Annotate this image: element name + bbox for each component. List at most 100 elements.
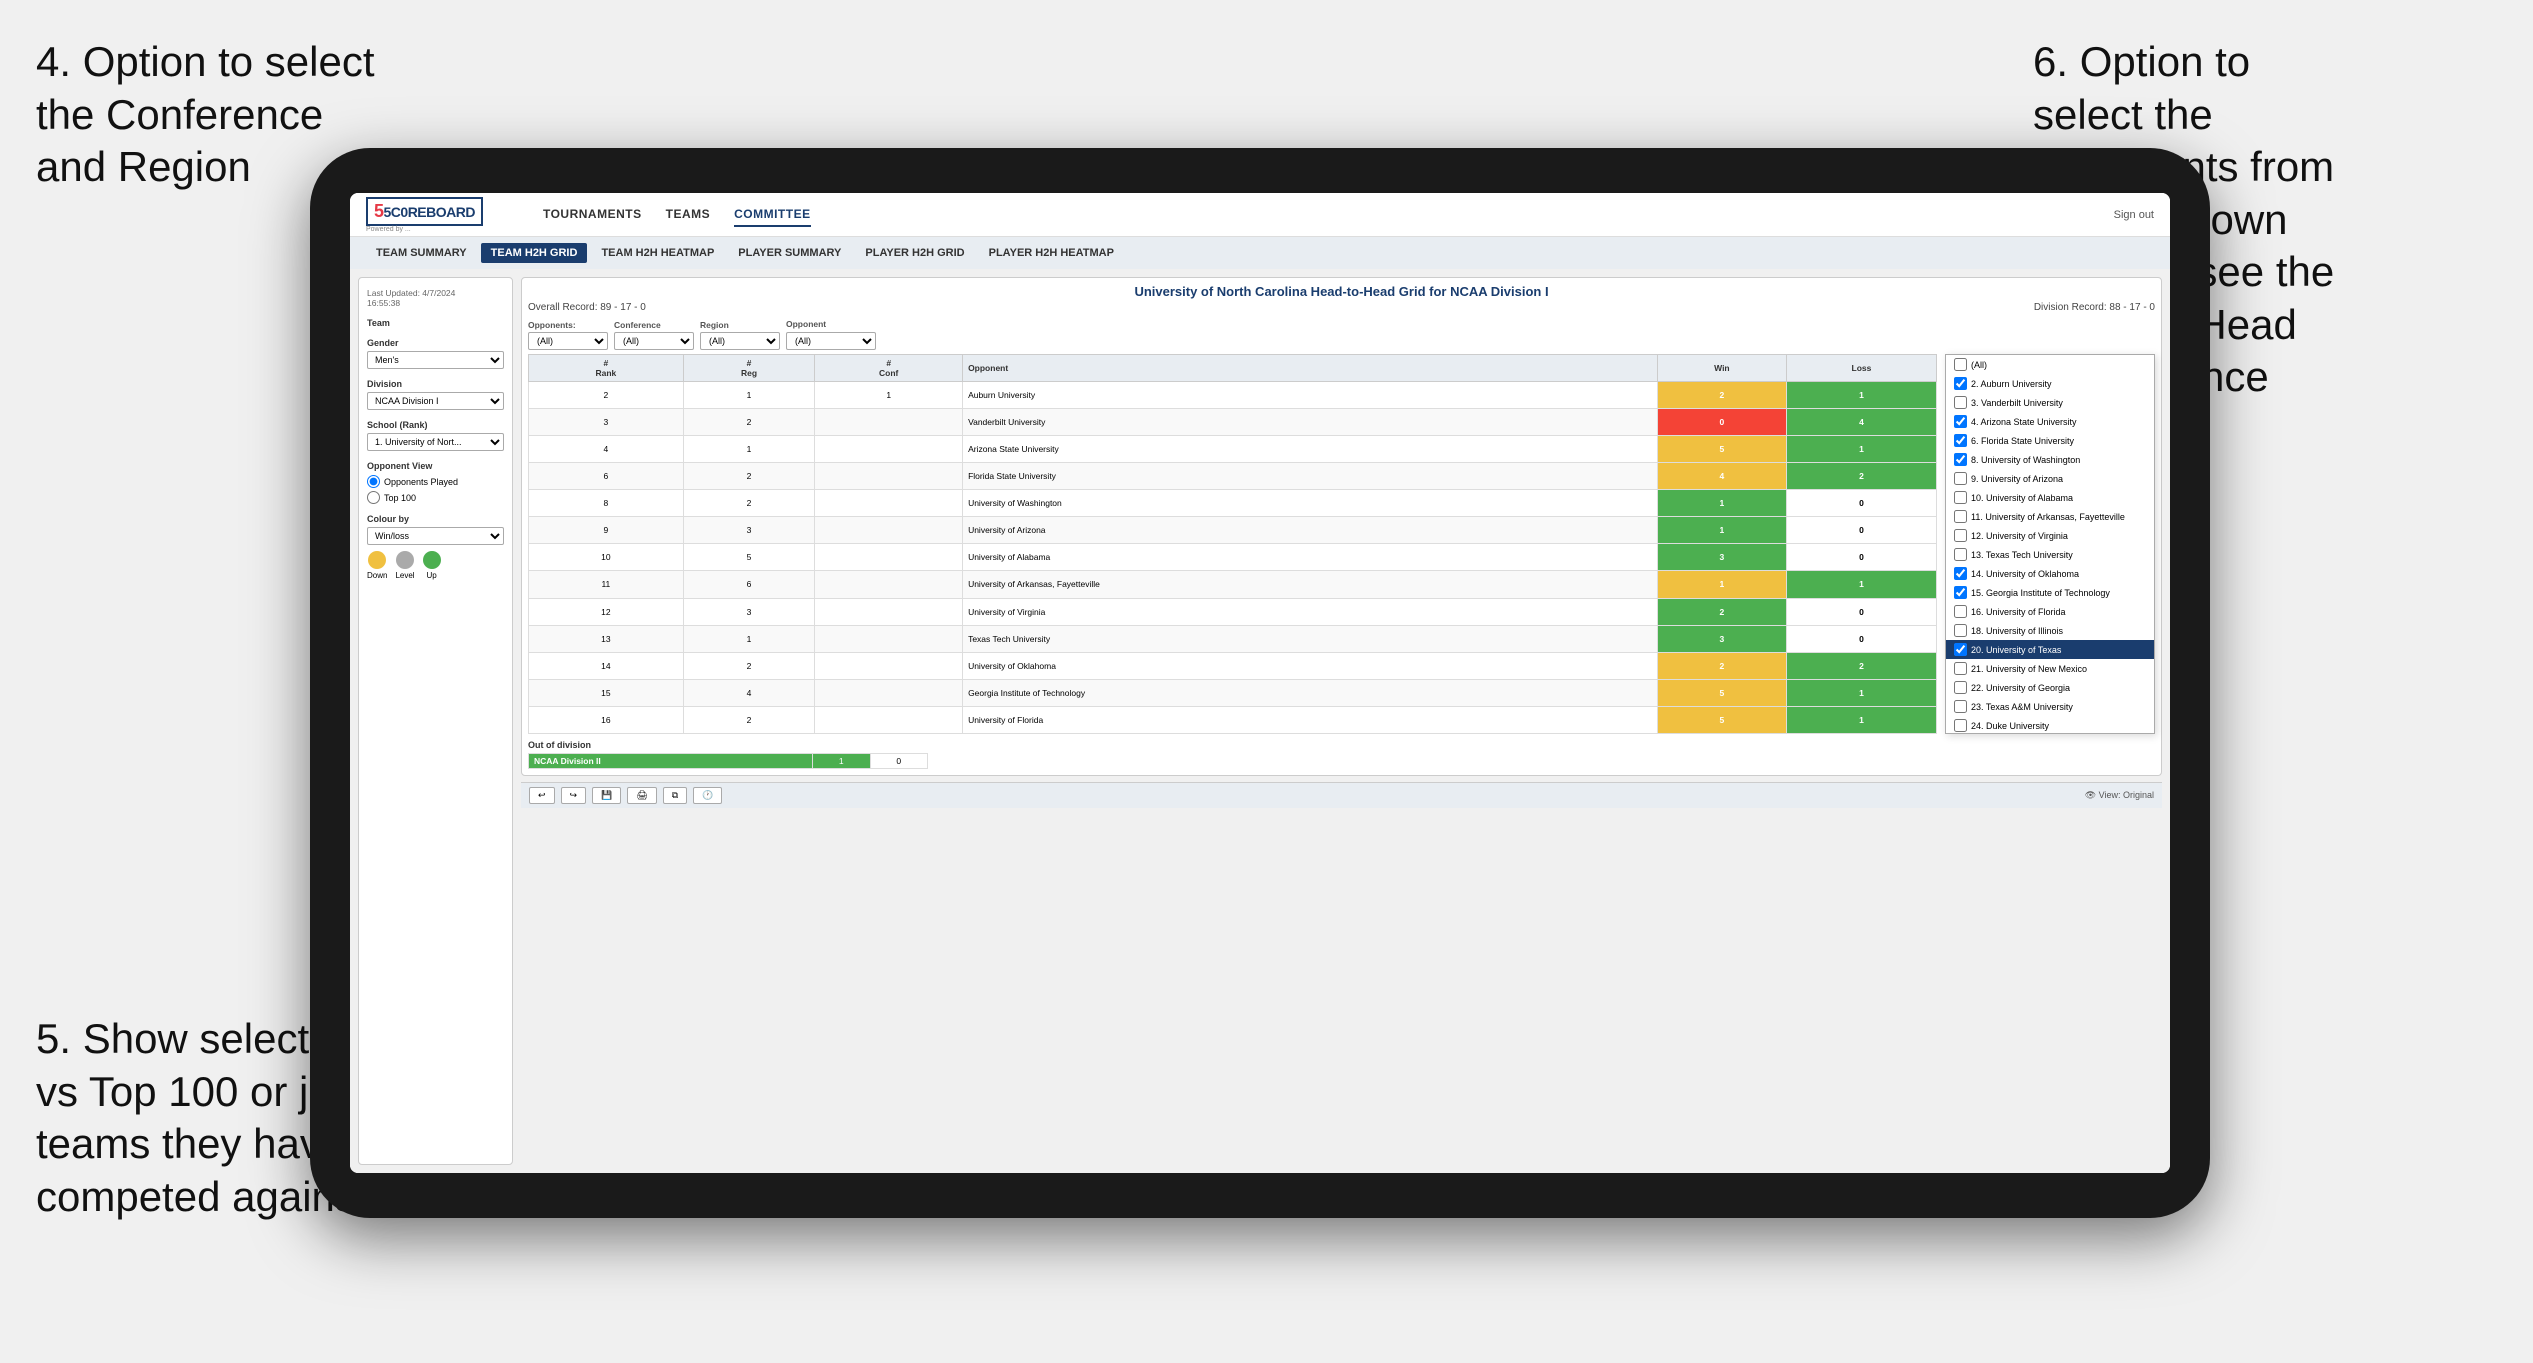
dropdown-item[interactable]: 4. Arizona State University xyxy=(1946,412,2154,431)
dropdown-item[interactable]: 22. University of Georgia xyxy=(1946,678,2154,697)
opponent-view-section: Opponent View Opponents Played Top 100 xyxy=(367,461,504,504)
division-section: Division NCAA Division I xyxy=(367,379,504,410)
toolbar-save[interactable]: 💾 xyxy=(592,787,621,804)
opponent-select[interactable]: (All) xyxy=(786,332,876,350)
dropdown-item[interactable]: 8. University of Washington xyxy=(1946,450,2154,469)
dropdown-item[interactable]: 11. University of Arkansas, Fayetteville xyxy=(1946,507,2154,526)
gender-section: Gender Men's xyxy=(367,338,504,369)
right-content: University of North Carolina Head-to-Hea… xyxy=(521,277,2162,1165)
col-loss: Loss xyxy=(1786,355,1936,382)
opponent-dropdown[interactable]: (All)2. Auburn University3. Vanderbilt U… xyxy=(1945,354,2155,734)
legend-down: Down xyxy=(367,551,387,580)
dropdown-item[interactable]: 9. University of Arizona xyxy=(1946,469,2154,488)
conference-select[interactable]: (All) xyxy=(614,332,694,350)
colour-select[interactable]: Win/loss xyxy=(367,527,504,545)
main-content: Last Updated: 4/7/2024 16:55:38 Team Gen… xyxy=(350,269,2170,1173)
dropdown-item[interactable]: 16. University of Florida xyxy=(1946,602,2154,621)
dropdown-item[interactable]: 21. University of New Mexico xyxy=(1946,659,2154,678)
region-select[interactable]: (All) xyxy=(700,332,780,350)
nav-tournaments[interactable]: TOURNAMENTS xyxy=(543,203,642,227)
out-of-division-table: NCAA Division II 1 0 xyxy=(528,753,928,769)
dropdown-item[interactable]: 15. Georgia Institute of Technology xyxy=(1946,583,2154,602)
col-rank: #Rank xyxy=(529,355,684,382)
filters-row: Opponents: (All) Conference (All) xyxy=(528,319,2155,350)
dropdown-item[interactable]: 24. Duke University xyxy=(1946,716,2154,734)
nav-signout[interactable]: Sign out xyxy=(2114,209,2154,221)
nav-links: TOURNAMENTS TEAMS COMMITTEE xyxy=(543,203,2114,227)
legend-level: Level xyxy=(395,551,414,580)
dropdown-item[interactable]: 3. Vanderbilt University xyxy=(1946,393,2154,412)
opponents-filter: Opponents: (All) xyxy=(528,320,608,350)
main-table: #Rank #Reg #Conf Opponent Win Loss xyxy=(528,354,1937,734)
tablet-screen: 55C0REBOARD Powered by ... TOURNAMENTS T… xyxy=(350,193,2170,1173)
table-row: 10 5 University of Alabama 3 0 xyxy=(529,544,1937,571)
subnav-team-summary[interactable]: TEAM SUMMARY xyxy=(366,243,477,263)
region-filter: Region (All) xyxy=(700,320,780,350)
toolbar-copy[interactable]: ⧉ xyxy=(663,787,687,804)
conference-filter: Conference (All) xyxy=(614,320,694,350)
left-panel: Last Updated: 4/7/2024 16:55:38 Team Gen… xyxy=(358,277,513,1165)
subnav-team-h2h-grid[interactable]: TEAM H2H GRID xyxy=(481,243,588,263)
legend: Down Level Up xyxy=(367,551,504,580)
toolbar-print[interactable]: 🖨 xyxy=(627,787,656,804)
radio-opponents-played[interactable]: Opponents Played xyxy=(367,475,504,488)
opponent-filter: Opponent (All) xyxy=(786,319,876,350)
toolbar-clock[interactable]: 🕐 xyxy=(693,787,722,804)
out-division-win: 1 xyxy=(813,754,870,769)
dropdown-item[interactable]: 2. Auburn University xyxy=(1946,374,2154,393)
school-section: School (Rank) 1. University of Nort... xyxy=(367,420,504,451)
col-reg: #Reg xyxy=(683,355,815,382)
colour-section: Colour by Win/loss Down Level xyxy=(367,514,504,580)
dropdown-item[interactable]: 6. Florida State University xyxy=(1946,431,2154,450)
dropdown-item[interactable]: 14. University of Oklahoma xyxy=(1946,564,2154,583)
table-row: 12 3 University of Virginia 2 0 xyxy=(529,598,1937,625)
dropdown-item[interactable]: 12. University of Virginia xyxy=(1946,526,2154,545)
out-division-label: NCAA Division II xyxy=(529,754,813,769)
dropdown-item[interactable]: 18. University of Illinois xyxy=(1946,621,2154,640)
table-row: 4 1 Arizona State University 5 1 xyxy=(529,436,1937,463)
last-updated: Last Updated: 4/7/2024 16:55:38 xyxy=(367,288,504,308)
table-row: 8 2 University of Washington 1 0 xyxy=(529,490,1937,517)
opponents-select[interactable]: (All) xyxy=(528,332,608,350)
school-select[interactable]: 1. University of Nort... xyxy=(367,433,504,451)
out-of-division: Out of division NCAA Division II 1 0 xyxy=(528,740,2155,769)
table-row: 14 2 University of Oklahoma 2 2 xyxy=(529,652,1937,679)
app-logo: 55C0REBOARD xyxy=(366,197,483,226)
content-title: University of North Carolina Head-to-Hea… xyxy=(528,284,2155,299)
record-row: Overall Record: 89 - 17 - 0 Division Rec… xyxy=(528,302,2155,313)
app-navbar: 55C0REBOARD Powered by ... TOURNAMENTS T… xyxy=(350,193,2170,237)
dropdown-item[interactable]: (All) xyxy=(1946,355,2154,374)
toolbar-undo[interactable]: ↩ xyxy=(529,787,555,804)
table-container: University of North Carolina Head-to-Hea… xyxy=(521,277,2162,776)
team-section: Team xyxy=(367,318,504,328)
table-row: 13 1 Texas Tech University 3 0 xyxy=(529,625,1937,652)
app-logo-sub: Powered by ... xyxy=(366,226,513,233)
subnav-player-h2h-grid[interactable]: PLAYER H2H GRID xyxy=(855,243,974,263)
toolbar-redo[interactable]: ↪ xyxy=(561,787,587,804)
radio-top100[interactable]: Top 100 xyxy=(367,491,504,504)
nav-committee[interactable]: COMMITTEE xyxy=(734,203,811,227)
tablet-device: 55C0REBOARD Powered by ... TOURNAMENTS T… xyxy=(310,148,2210,1218)
table-row: 11 6 University of Arkansas, Fayettevill… xyxy=(529,571,1937,598)
dropdown-item[interactable]: 23. Texas A&M University xyxy=(1946,697,2154,716)
col-conf: #Conf xyxy=(815,355,963,382)
dropdown-item[interactable]: 13. Texas Tech University xyxy=(1946,545,2154,564)
table-row: 9 3 University of Arizona 1 0 xyxy=(529,517,1937,544)
out-division-loss: 0 xyxy=(870,754,928,769)
toolbar: ↩ ↪ 💾 🖨 ⧉ 🕐 👁 View: Original xyxy=(521,782,2162,808)
subnav-team-h2h-heatmap[interactable]: TEAM H2H HEATMAP xyxy=(591,243,724,263)
division-select[interactable]: NCAA Division I xyxy=(367,392,504,410)
dropdown-item[interactable]: 10. University of Alabama xyxy=(1946,488,2154,507)
col-opponent: Opponent xyxy=(963,355,1658,382)
col-win: Win xyxy=(1657,355,1786,382)
nav-teams[interactable]: TEAMS xyxy=(666,203,711,227)
subnav-player-summary[interactable]: PLAYER SUMMARY xyxy=(728,243,851,263)
subnav-player-h2h-heatmap[interactable]: PLAYER H2H HEATMAP xyxy=(979,243,1124,263)
table-row: 16 2 University of Florida 5 1 xyxy=(529,706,1937,733)
dropdown-item[interactable]: 20. University of Texas xyxy=(1946,640,2154,659)
legend-up: Up xyxy=(423,551,441,580)
gender-select[interactable]: Men's xyxy=(367,351,504,369)
toolbar-view: 👁 View: Original xyxy=(2085,790,2154,801)
table-row: 3 2 Vanderbilt University 0 4 xyxy=(529,409,1937,436)
sub-navbar: TEAM SUMMARY TEAM H2H GRID TEAM H2H HEAT… xyxy=(350,237,2170,269)
